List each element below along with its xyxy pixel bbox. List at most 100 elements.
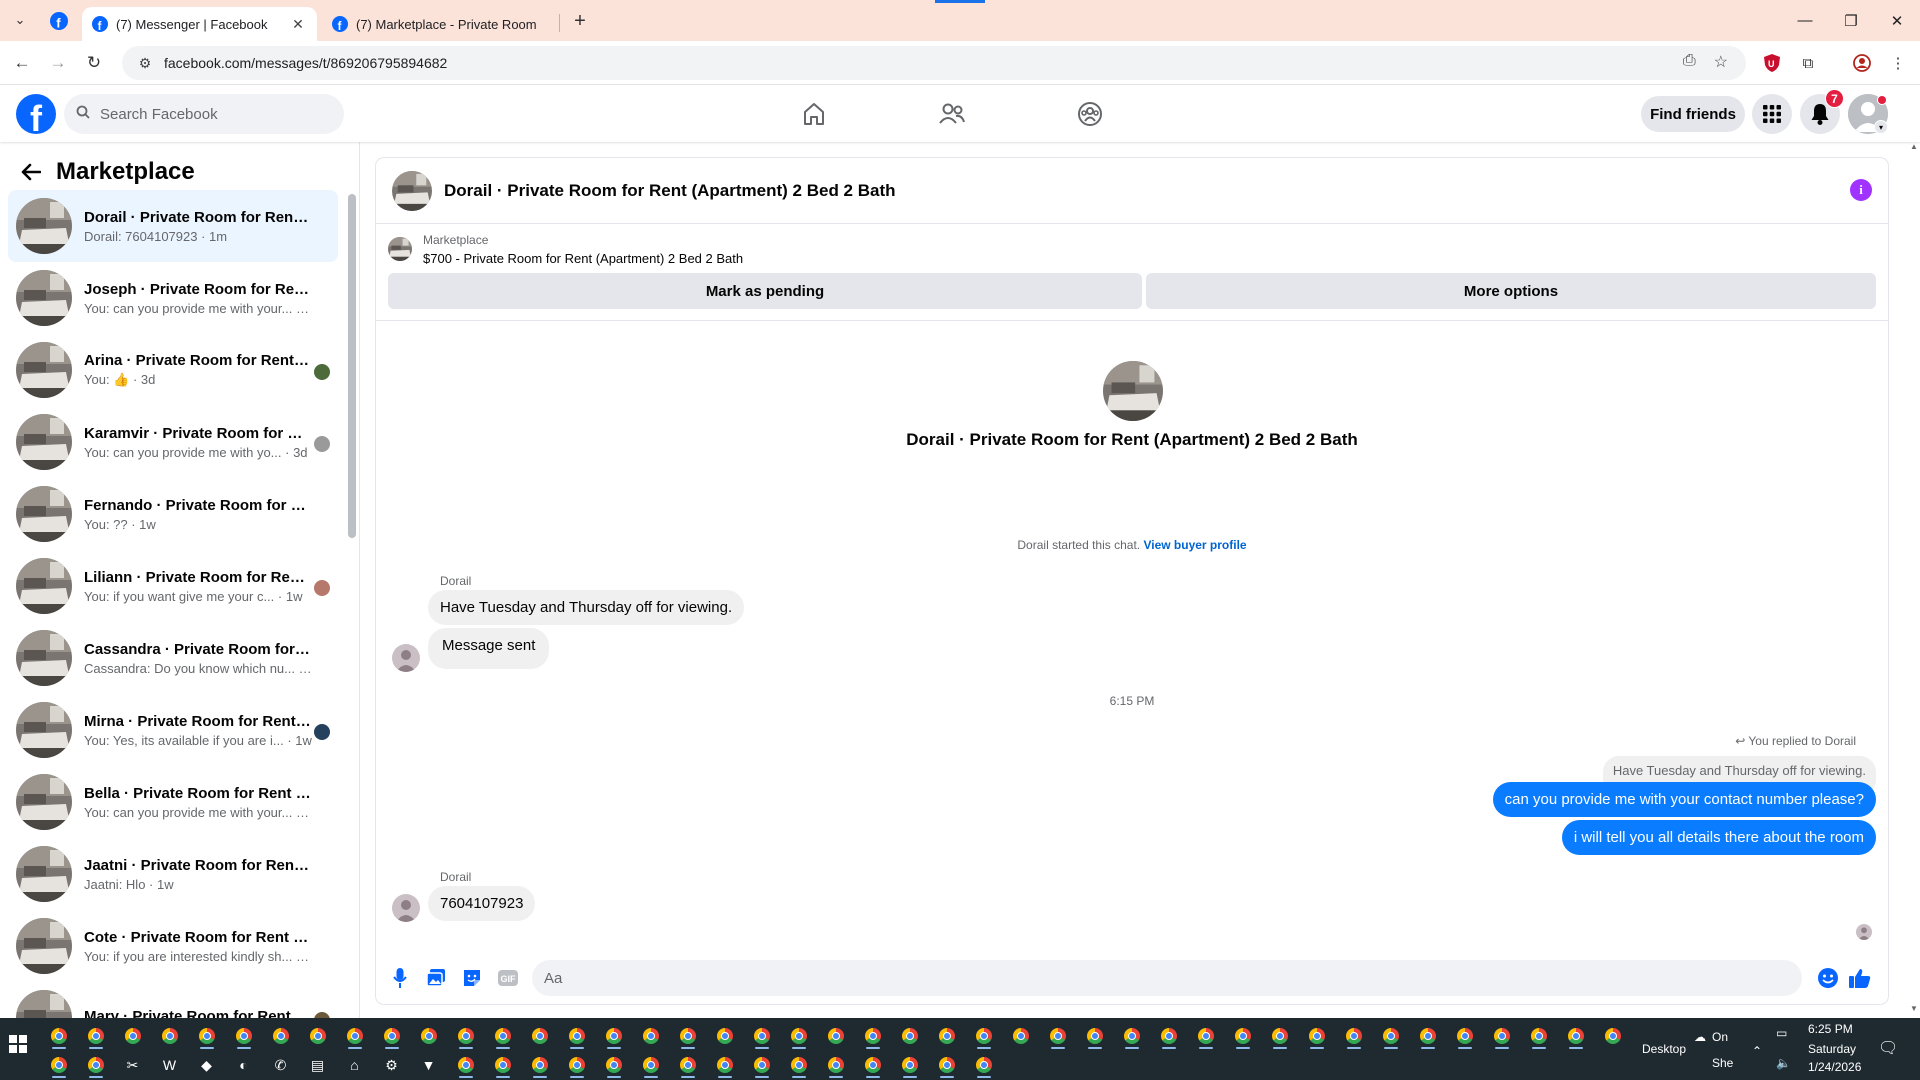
taskbar-chrome-icon[interactable] — [1002, 1022, 1039, 1050]
sender-avatar[interactable] — [392, 644, 420, 672]
new-tab-button[interactable]: + — [566, 8, 594, 34]
taskbar-chrome-icon[interactable] — [1446, 1022, 1483, 1050]
chevron-down-icon[interactable]: ▾ — [1874, 120, 1888, 134]
taskbar-chrome-icon[interactable] — [77, 1022, 114, 1050]
restore-button[interactable]: ❐ — [1828, 0, 1874, 41]
photo-icon[interactable] — [422, 964, 450, 992]
taskbar-app-icon[interactable]: ◆ — [188, 1051, 225, 1079]
message-bubble-incoming[interactable]: Have Tuesday and Thursday off for viewin… — [428, 590, 745, 625]
back-icon[interactable]: ← — [8, 49, 36, 77]
taskbar-chrome-icon[interactable] — [1557, 1022, 1594, 1050]
taskbar-chrome-icon[interactable] — [151, 1022, 188, 1050]
close-window-button[interactable]: ✕ — [1874, 0, 1920, 41]
chrome-profile-icon[interactable] — [1848, 49, 1876, 77]
taskbar-chrome-icon[interactable] — [77, 1051, 114, 1079]
taskbar-app-icon[interactable]: ⌂ — [336, 1051, 373, 1079]
taskbar-chrome-icon[interactable] — [965, 1022, 1002, 1050]
taskbar-chrome-icon[interactable] — [1261, 1022, 1298, 1050]
message-bubble-outgoing[interactable]: i will tell you all details there about … — [1561, 820, 1876, 855]
bookmark-star-icon[interactable]: ☆ — [1714, 52, 1728, 72]
notification-center-icon[interactable]: 🗨 — [1878, 1038, 1898, 1058]
search-input[interactable] — [100, 105, 320, 123]
taskbar-chrome-icon[interactable] — [891, 1051, 928, 1079]
taskbar-chrome-icon[interactable] — [669, 1022, 706, 1050]
taskbar-app-icon[interactable]: ✆ — [262, 1051, 299, 1079]
message-input-container[interactable] — [532, 960, 1802, 996]
taskbar-chrome-icon[interactable] — [780, 1022, 817, 1050]
taskbar-chrome-icon[interactable] — [780, 1051, 817, 1079]
taskbar-chrome-icon[interactable] — [558, 1051, 595, 1079]
message-bubble-incoming[interactable]: Message sent — [428, 628, 550, 669]
taskbar-chrome-icon[interactable] — [1224, 1022, 1261, 1050]
conversation-item[interactable]: Jaatni · Private Room for Rent (Apartmen… — [8, 838, 338, 910]
taskbar-chrome-icon[interactable] — [484, 1051, 521, 1079]
close-tab-icon[interactable]: ✕ — [289, 16, 307, 33]
taskbar-chrome-icon[interactable] — [669, 1051, 706, 1079]
taskbar-chrome-icon[interactable] — [262, 1022, 299, 1050]
browser-menu-icon[interactable]: ⋮ — [1884, 49, 1912, 77]
taskbar-chrome-icon[interactable] — [40, 1022, 77, 1050]
site-info-icon[interactable]: ⚙ — [130, 55, 160, 72]
conversation-item[interactable]: Joseph · Private Room for Rent (Apartmen… — [8, 262, 338, 334]
gif-icon[interactable]: GIF — [494, 964, 522, 992]
view-buyer-profile-link[interactable]: View buyer profile — [1143, 538, 1246, 552]
conversation-item[interactable]: Karamvir · Private Room for Rent (Apartm… — [8, 406, 338, 478]
taskbar-app-icon[interactable]: ✂ — [114, 1051, 151, 1079]
taskbar-app-icon[interactable]: W — [151, 1051, 188, 1079]
taskbar-chrome-icon[interactable] — [706, 1022, 743, 1050]
taskbar-chrome-icon[interactable] — [373, 1022, 410, 1050]
taskbar-chrome-icon[interactable] — [706, 1051, 743, 1079]
taskbar-chrome-icon[interactable] — [1113, 1022, 1150, 1050]
taskbar-chrome-icon[interactable] — [632, 1022, 669, 1050]
volume-icon[interactable]: 🔈 — [1776, 1056, 1791, 1070]
taskbar-chrome-icon[interactable] — [1076, 1022, 1113, 1050]
tab-messenger[interactable]: f (7) Messenger | Facebook ✕ — [82, 7, 317, 41]
taskbar-chrome-icon[interactable] — [1594, 1022, 1631, 1050]
message-input[interactable] — [544, 969, 1744, 987]
taskbar-chrome-icon[interactable] — [854, 1022, 891, 1050]
listing-title[interactable]: $700 - Private Room for Rent (Apartment)… — [423, 251, 743, 266]
pinned-facebook-tab[interactable]: f — [44, 8, 74, 34]
conversation-item[interactable]: Liliann · Private Room for Rent (Apartme… — [8, 550, 338, 622]
taskbar-chrome-icon[interactable] — [1298, 1022, 1335, 1050]
taskbar-chrome-icon[interactable] — [632, 1051, 669, 1079]
taskbar-app-icon[interactable]: ◐ — [225, 1051, 262, 1079]
menu-button[interactable] — [1752, 94, 1792, 134]
listing-thumbnail[interactable] — [388, 237, 412, 261]
taskbar-chrome-icon[interactable] — [1039, 1022, 1076, 1050]
page-scrollbar[interactable]: ▲ ▼ — [1908, 142, 1920, 1018]
conversation-item[interactable]: Mirna · Private Room for Rent (Apartment… — [8, 694, 338, 766]
taskbar-app-icon[interactable]: ▼ — [410, 1051, 447, 1079]
desktop-label[interactable]: Desktop — [1642, 1042, 1686, 1056]
taskbar-chrome-icon[interactable] — [743, 1022, 780, 1050]
facebook-logo[interactable]: f — [16, 94, 56, 134]
tab-search-chevron-icon[interactable]: ⌄ — [8, 8, 32, 32]
microphone-icon[interactable] — [386, 964, 414, 992]
more-options-button[interactable]: More options — [1146, 273, 1876, 309]
taskbar-chrome-icon[interactable] — [114, 1022, 151, 1050]
conversation-item[interactable]: Fernando · Private Room for Rent (Apartm… — [8, 478, 338, 550]
minimize-button[interactable]: — — [1782, 0, 1828, 41]
ublock-extension-icon[interactable]: U — [1758, 49, 1786, 77]
forward-icon[interactable]: → — [44, 49, 72, 77]
taskbar-chrome-icon[interactable] — [521, 1022, 558, 1050]
back-arrow-icon[interactable] — [16, 157, 46, 187]
windows-start-icon[interactable] — [8, 1034, 28, 1054]
taskbar-chrome-icon[interactable] — [817, 1022, 854, 1050]
taskbar-chrome-icon[interactable] — [1187, 1022, 1224, 1050]
taskbar-chrome-icon[interactable] — [1150, 1022, 1187, 1050]
clock-time[interactable]: 6:25 PM — [1808, 1022, 1853, 1036]
info-icon[interactable]: i — [1850, 179, 1872, 201]
taskbar-chrome-icon[interactable] — [410, 1022, 447, 1050]
taskbar-app-icon[interactable]: ▤ — [299, 1051, 336, 1079]
facebook-search[interactable] — [64, 94, 344, 134]
conversation-item[interactable]: Cote · Private Room for Rent (Apartment)… — [8, 910, 338, 982]
display-icon[interactable]: ▭ — [1776, 1026, 1787, 1040]
taskbar-chrome-icon[interactable] — [891, 1022, 928, 1050]
conversation-item[interactable]: Bella · Private Room for Rent (Apartment… — [8, 766, 338, 838]
taskbar-chrome-icon[interactable] — [743, 1051, 780, 1079]
chat-avatar[interactable] — [392, 170, 432, 211]
taskbar-chrome-icon[interactable] — [299, 1022, 336, 1050]
extensions-puzzle-icon[interactable]: ⧉ — [1794, 49, 1822, 77]
taskbar-chrome-icon[interactable] — [447, 1051, 484, 1079]
